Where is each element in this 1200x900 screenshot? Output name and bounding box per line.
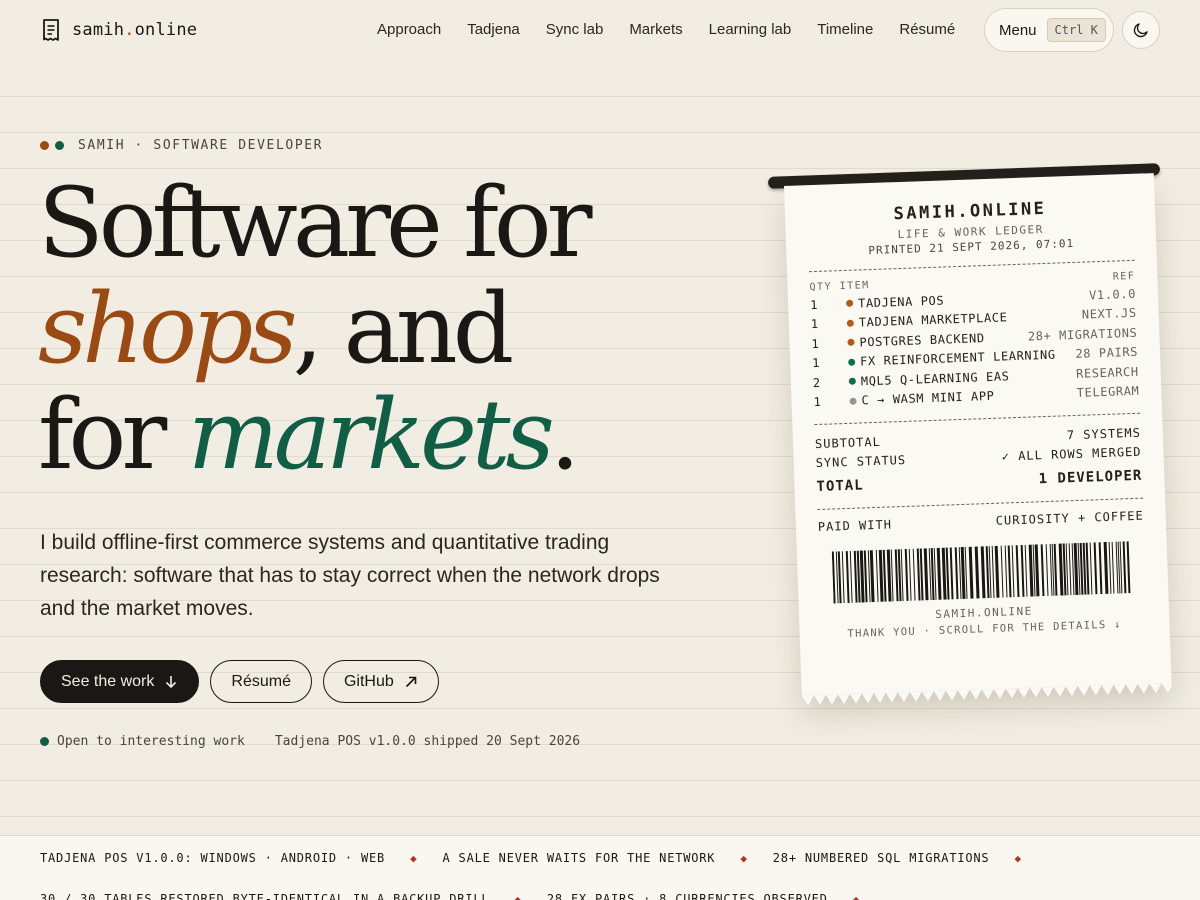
arrow-down-icon (166, 675, 177, 688)
receipt-divider (817, 497, 1144, 511)
status-dot-icon (40, 737, 49, 746)
eyebrow-text: SAMIH · SOFTWARE DEVELOPER (78, 138, 324, 153)
github-label: GitHub (343, 672, 394, 690)
diamond-icon: ◆ (514, 892, 522, 900)
headline-shops: shops (38, 273, 298, 385)
item-ref: NEXT.JS (1081, 306, 1137, 322)
receipt-torn-edge (801, 682, 1172, 706)
col-qty-item: QTY ITEM (809, 280, 870, 294)
menu-label: Menu (999, 21, 1037, 39)
availability-text: Open to interesting work (57, 734, 245, 749)
item-qty: 1 (810, 317, 819, 332)
headline-markets: markets (187, 379, 555, 491)
item-ref: 28+ MIGRATIONS (1027, 325, 1138, 344)
subtotal-value: 7 SYSTEMS (1066, 425, 1142, 443)
nav-link-resume[interactable]: Résumé (899, 20, 955, 40)
diamond-icon: ◆ (740, 851, 748, 865)
resume-button[interactable]: Résumé (210, 660, 312, 703)
item-qty: 1 (811, 356, 821, 371)
menu-button[interactable]: Menu Ctrl K (984, 8, 1114, 52)
sync-label: SYNC STATUS (815, 452, 907, 471)
item-qty: 1 (809, 297, 819, 312)
main-nav: Approach Tadjena Sync lab Markets Learni… (377, 20, 981, 40)
hero-status: Open to interesting work Tadjena POS v1.… (40, 734, 580, 749)
subtotal-label: SUBTOTAL (814, 434, 882, 452)
resume-label: Résumé (231, 672, 291, 690)
paid-row: PAID WITH CURIOSITY + COFFEE (818, 509, 1144, 534)
item-qty: 2 (812, 375, 821, 390)
item-ref: RESEARCH (1075, 364, 1139, 381)
category-dot-icon (846, 319, 854, 327)
ticker-item: 28+ NUMBERED SQL MIGRATIONS (772, 851, 990, 865)
site-name: samih.online (72, 20, 198, 40)
ticker-item: TADJENA POS V1.0.0: WINDOWS · ANDROID · … (40, 851, 386, 865)
paid-label: PAID WITH (817, 517, 893, 535)
item-ref: V1.0.0 (1088, 286, 1137, 303)
receipt-card: SAMIH.ONLINE LIFE & WORK LEDGER PRINTED … (784, 173, 1172, 706)
sync-value: ✓ ALL ROWS MERGED (1001, 444, 1142, 464)
ticker-line-2: 30 / 30 TABLES RESTORED BYTE-IDENTICAL I… (40, 892, 885, 900)
receipt-divider (814, 412, 1141, 426)
moon-icon (1133, 23, 1148, 38)
nav-link-timeline[interactable]: Timeline (817, 20, 873, 40)
hero-ctas: See the work Résumé GitHub (40, 660, 439, 703)
diamond-icon: ◆ (852, 892, 861, 900)
diamond-icon: ◆ (1014, 851, 1022, 865)
arrow-up-right-icon (405, 676, 417, 687)
ticker-line-1: TADJENA POS V1.0.0: WINDOWS · ANDROID · … (40, 851, 1047, 865)
green-dot-icon (55, 141, 64, 150)
receipt-items: 1 TADJENA POS V1.0.0 1 TADJENA MARKETPLACE NE… (810, 284, 1140, 412)
ticker-item: 28 FX PAIRS · 8 CURRENCIES OBSERVED (546, 892, 828, 900)
headline-line-2-rest: , and (292, 273, 515, 385)
ticker-band: TADJENA POS V1.0.0: WINDOWS · ANDROID · … (0, 835, 1200, 900)
headline-line-3-pre: for (38, 379, 188, 491)
category-dot-icon (848, 358, 856, 366)
paid-value: CURIOSITY + COFFEE (995, 508, 1144, 528)
nav-link-markets[interactable]: Markets (629, 20, 682, 40)
category-dot-icon (848, 377, 856, 386)
item-name: C → WASM MINI APP (861, 389, 995, 408)
headline-line-3-post: . (549, 379, 580, 491)
see-work-button[interactable]: See the work (40, 660, 200, 703)
total-label: TOTAL (816, 477, 864, 496)
total-value: 1 DEVELOPER (1038, 467, 1143, 488)
hero-headline: Software for shops, and for markets. (38, 170, 738, 488)
rust-dot-icon (40, 141, 49, 150)
diamond-icon: ◆ (410, 851, 418, 865)
menu-shortcut: Ctrl K (1046, 18, 1106, 42)
barcode-image (831, 541, 1131, 604)
shipped-text: Tadjena POS v1.0.0 shipped 20 Sept 2026 (274, 734, 581, 749)
theme-toggle-button[interactable] (1122, 11, 1160, 49)
col-ref: REF (1112, 270, 1136, 283)
headline-line-1: Software for (38, 167, 593, 279)
receipt-icon (43, 19, 59, 41)
nav-link-approach[interactable]: Approach (377, 20, 441, 40)
category-dot-icon (847, 338, 855, 347)
hero-eyebrow: SAMIH · SOFTWARE DEVELOPER (40, 138, 323, 153)
category-dot-icon (849, 397, 857, 405)
nav-link-tadjena[interactable]: Tadjena (467, 20, 520, 40)
nav-link-sync-lab[interactable]: Sync lab (546, 20, 604, 40)
hero-lede: I build offline-first commerce systems a… (40, 531, 660, 620)
see-work-label: See the work (61, 672, 155, 690)
item-ref: 28 PAIRS (1075, 345, 1139, 362)
github-button[interactable]: GitHub (322, 660, 439, 703)
category-dot-icon (846, 299, 854, 308)
receipt-divider (808, 259, 1135, 273)
nav-link-learning-lab[interactable]: Learning lab (709, 20, 792, 40)
site-logo[interactable]: samih.online (40, 18, 197, 42)
item-qty: 1 (811, 336, 820, 351)
item-qty: 1 (813, 395, 822, 410)
ticker-item: A SALE NEVER WAITS FOR THE NETWORK (442, 851, 716, 865)
item-ref: TELEGRAM (1076, 383, 1140, 401)
ticker-item: 30 / 30 TABLES RESTORED BYTE-IDENTICAL I… (40, 892, 490, 900)
